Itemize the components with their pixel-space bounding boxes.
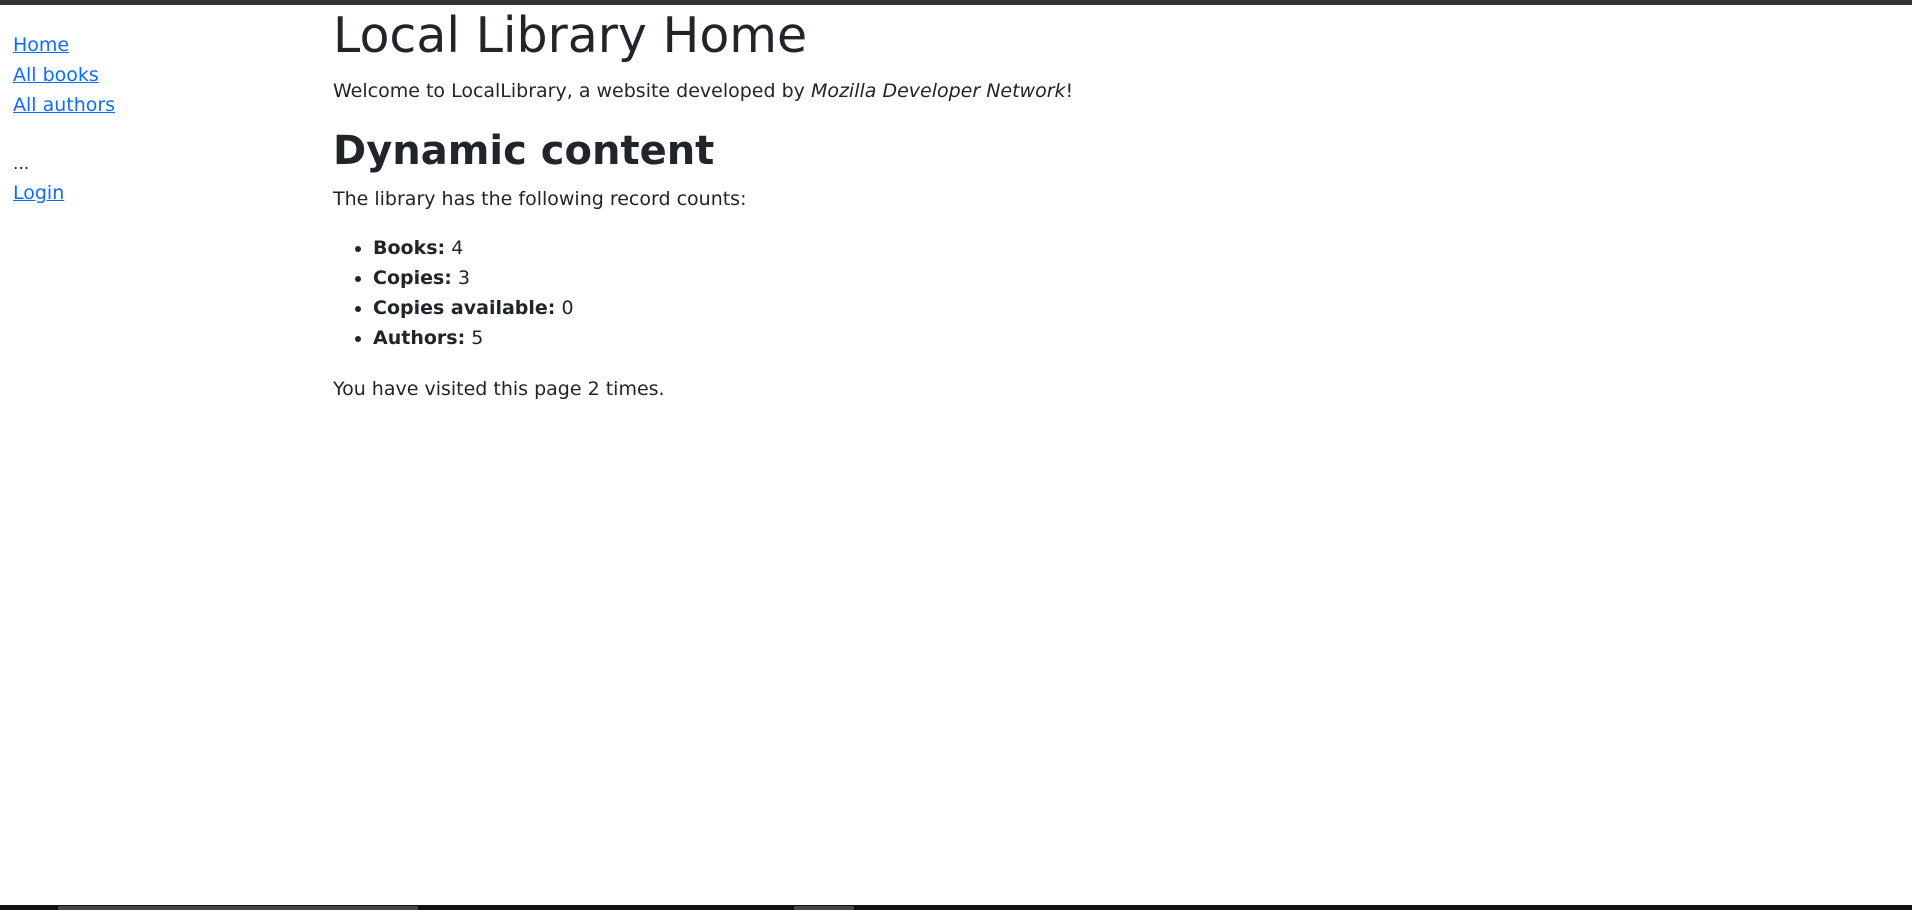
all-books-link[interactable]: All books: [13, 64, 99, 86]
count-label: Books:: [373, 237, 446, 259]
page-title: Local Library Home: [333, 7, 808, 64]
record-counts-intro: The library has the following record cou…: [333, 188, 747, 210]
count-item-copies: Copies: 3: [373, 263, 574, 293]
sidebar-nav: Home All books All authors ... Login: [13, 30, 313, 208]
count-item-books: Books: 4: [373, 233, 574, 263]
sidebar-item-all-books: All books: [13, 60, 313, 90]
record-counts-list: Books: 4 Copies: 3 Copies available: 0 A…: [333, 233, 574, 353]
sidebar-item-home: Home: [13, 30, 313, 60]
visit-counter-text: You have visited this page 2 times.: [333, 378, 665, 400]
welcome-suffix: !: [1065, 80, 1074, 102]
welcome-developer-name: Mozilla Developer Network: [810, 80, 1066, 102]
all-authors-link[interactable]: All authors: [13, 94, 115, 116]
window-top-border: [0, 0, 1912, 5]
count-value: 4: [451, 237, 464, 259]
sidebar-item-ellipsis: ...: [13, 148, 313, 178]
count-value: 0: [561, 297, 574, 319]
welcome-prefix: Welcome to LocalLibrary, a website devel…: [333, 80, 811, 102]
count-label: Authors:: [373, 327, 466, 349]
sidebar-ellipsis: ...: [13, 154, 30, 174]
welcome-text: Welcome to LocalLibrary, a website devel…: [333, 76, 1073, 106]
count-value: 5: [471, 327, 484, 349]
count-value: 3: [457, 267, 471, 289]
section-heading: Dynamic content: [333, 128, 715, 174]
sidebar-spacer: [13, 120, 313, 148]
home-link[interactable]: Home: [13, 34, 69, 56]
sidebar-item-login: Login: [13, 178, 313, 208]
count-item-authors: Authors: 5: [373, 323, 574, 353]
count-label: Copies available:: [373, 297, 556, 319]
taskbar-segment: [58, 906, 418, 910]
count-label: Copies:: [373, 267, 452, 289]
taskbar-segment: [794, 906, 854, 910]
login-link[interactable]: Login: [13, 182, 64, 204]
sidebar-item-all-authors: All authors: [13, 90, 313, 120]
count-item-copies-available: Copies available: 0: [373, 293, 574, 323]
